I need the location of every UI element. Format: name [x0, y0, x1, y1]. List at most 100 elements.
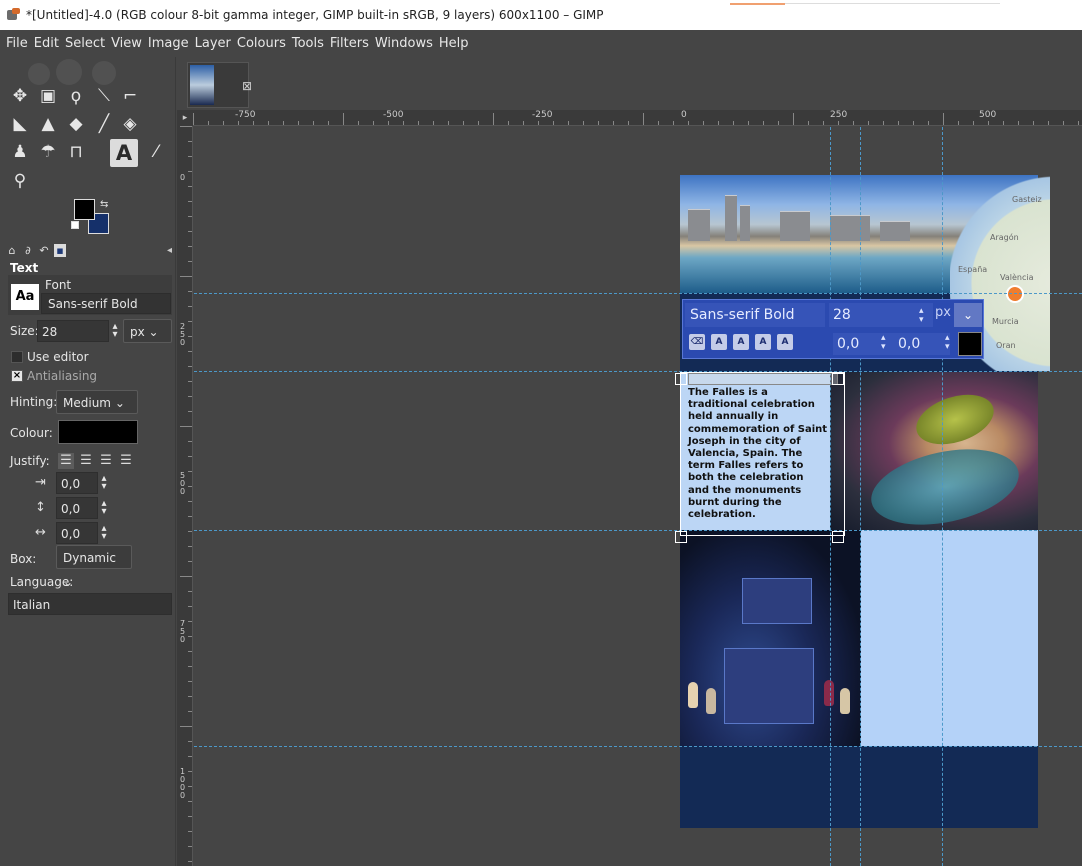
menu-colours[interactable]: Colours — [237, 36, 286, 51]
menu-layer[interactable]: Layer — [195, 36, 231, 51]
free-select-tool-icon[interactable]: ϙ — [64, 84, 88, 108]
font-field[interactable]: Sans-serif Bold — [41, 293, 171, 314]
eraser-tool-icon[interactable]: ◈ — [118, 112, 142, 136]
paths-tool-icon[interactable]: ⊓ — [64, 140, 88, 164]
vertical-ruler[interactable]: 0 250 500 750 1000 — [177, 126, 193, 866]
menu-image[interactable]: Image — [148, 36, 189, 51]
color-picker-tool-icon[interactable]: ⁄ — [144, 140, 168, 164]
clear-style-icon[interactable]: ⌫ — [689, 334, 705, 350]
justify-left-icon[interactable]: ☰ — [58, 453, 74, 469]
resize-handle-top-right[interactable] — [832, 373, 844, 385]
justify-right-icon[interactable]: ☰ — [78, 453, 94, 469]
dodge-tool-icon[interactable]: ♟ — [8, 140, 32, 164]
ruler-corner-toggle-icon[interactable]: ▸ — [177, 110, 193, 126]
justify-fill-icon[interactable]: ☰ — [118, 453, 134, 469]
dock-menu-icon[interactable]: ◂ — [167, 245, 172, 256]
warp-tool-icon[interactable]: ◣ — [8, 112, 32, 136]
underline-icon[interactable]: A — [755, 334, 771, 350]
baseline-offset-field[interactable]: 0,0 — [833, 333, 899, 355]
figure-shape — [688, 682, 698, 708]
foreground-color-swatch[interactable] — [74, 199, 95, 220]
falles-photo-layer — [830, 372, 1038, 537]
letter-spacing-field[interactable]: 0,0 — [56, 522, 98, 544]
horizontal-ruler[interactable]: -750 -500 -250 0 250 500 — [193, 110, 1082, 126]
line-spacing-field[interactable]: 0,0 — [56, 497, 98, 519]
paintbrush-tool-icon[interactable]: ╱ — [92, 112, 116, 136]
resize-handle-bottom-left[interactable] — [675, 531, 687, 543]
indent-field[interactable]: 0,0 — [56, 472, 98, 494]
line-spacing-icon: ↕ — [35, 500, 46, 515]
close-tab-icon[interactable]: ⊠ — [242, 79, 252, 93]
vertical-guide[interactable] — [860, 127, 861, 866]
size-spinner-icon[interactable]: ▴ ▾ — [110, 322, 120, 340]
language-field[interactable]: Italian — [8, 593, 172, 615]
bold-icon[interactable]: A — [711, 334, 727, 350]
kerning-field[interactable]: 0,0 — [894, 333, 950, 355]
menu-tools[interactable]: Tools — [292, 36, 324, 51]
horizontal-guide[interactable] — [194, 293, 1082, 294]
device-status-tab-icon[interactable]: ∂ — [22, 244, 34, 257]
smudge-tool-icon[interactable]: ☂ — [36, 140, 60, 164]
clone-tool-icon[interactable]: ▲ — [36, 112, 60, 136]
vruler-label: 0 — [180, 173, 186, 182]
hinting-label: Hinting: — [10, 395, 58, 409]
bucket-fill-tool-icon[interactable]: ◆ — [64, 112, 88, 136]
osd-unit-dropdown-icon[interactable]: ⌄ — [954, 303, 982, 327]
hinting-dropdown[interactable]: Medium ⌄ — [56, 390, 138, 414]
fuzzy-select-tool-icon[interactable]: ⟍ — [92, 84, 116, 108]
tool-options-tab-icon[interactable]: ⌂ — [6, 244, 18, 257]
text-tool-icon[interactable]: A — [110, 139, 138, 167]
rect-select-tool-icon[interactable]: ▣ — [36, 84, 60, 108]
text-box-frame[interactable] — [680, 372, 845, 536]
menu-select[interactable]: Select — [65, 36, 105, 51]
menu-edit[interactable]: Edit — [34, 36, 59, 51]
menu-filters[interactable]: Filters — [330, 36, 369, 51]
menu-help[interactable]: Help — [439, 36, 469, 51]
horizontal-guide[interactable] — [194, 530, 1082, 531]
osd-unit[interactable]: px — [935, 305, 951, 320]
italic-icon[interactable]: A — [733, 334, 749, 350]
text-box-move-bar[interactable] — [688, 373, 838, 385]
resize-handle-top-left[interactable] — [675, 373, 687, 385]
horizontal-guide[interactable] — [194, 746, 1082, 747]
size-field[interactable]: 28 — [37, 320, 109, 342]
box-dropdown[interactable]: Dynamic ⌄ — [56, 545, 132, 589]
use-editor-checkbox[interactable] — [11, 351, 23, 363]
image-tab-thumbnail[interactable]: ⊠ — [187, 62, 252, 108]
undo-history-tab-icon[interactable]: ↶ — [38, 244, 50, 257]
osd-color-button[interactable] — [958, 332, 982, 356]
osd-size-field[interactable]: 28 — [829, 303, 933, 327]
reset-colors-icon[interactable] — [71, 221, 79, 229]
ruler-tick — [283, 121, 284, 125]
menu-windows[interactable]: Windows — [375, 36, 433, 51]
resize-handle-bottom-right[interactable] — [832, 531, 844, 543]
menu-file[interactable]: File — [6, 36, 28, 51]
move-tool-icon[interactable]: ✥ — [8, 84, 32, 108]
antialiasing-checkbox[interactable]: × — [11, 370, 23, 382]
ruler-tick — [403, 121, 404, 125]
strikethrough-icon[interactable]: A — [777, 334, 793, 350]
title-accent — [730, 3, 785, 5]
crop-tool-icon[interactable]: ⌐ — [118, 84, 142, 108]
menu-view[interactable]: View — [111, 36, 142, 51]
font-preview-icon[interactable]: Aa — [11, 284, 39, 310]
kerning-spinner-icon[interactable]: ▴ ▾ — [945, 334, 950, 352]
line-spacing-spinner-icon[interactable]: ▴ ▾ — [99, 499, 109, 517]
justify-center-icon[interactable]: ☰ — [98, 453, 114, 469]
building-shape — [688, 209, 710, 241]
zoom-tool-icon[interactable]: ⚲ — [8, 169, 32, 193]
images-tab-icon[interactable]: ▪ — [54, 243, 66, 257]
size-unit-dropdown[interactable]: px ⌄ — [123, 319, 172, 343]
vruler-label: 250 — [180, 322, 186, 347]
ruler-tick — [188, 636, 192, 637]
osd-size-spinner-icon[interactable]: ▴ ▾ — [919, 307, 924, 325]
baseline-spinner-icon[interactable]: ▴ ▾ — [881, 334, 886, 352]
vertical-guide[interactable] — [942, 127, 943, 866]
letter-spacing-spinner-icon[interactable]: ▴ ▾ — [99, 524, 109, 542]
box-label: Box: — [10, 552, 37, 566]
horizontal-guide[interactable] — [194, 371, 1082, 372]
indent-spinner-icon[interactable]: ▴ ▾ — [99, 474, 109, 492]
osd-font-field[interactable]: Sans-serif Bold — [685, 303, 825, 327]
colour-button[interactable] — [58, 420, 138, 444]
swap-colors-icon[interactable]: ⇆ — [100, 199, 108, 210]
